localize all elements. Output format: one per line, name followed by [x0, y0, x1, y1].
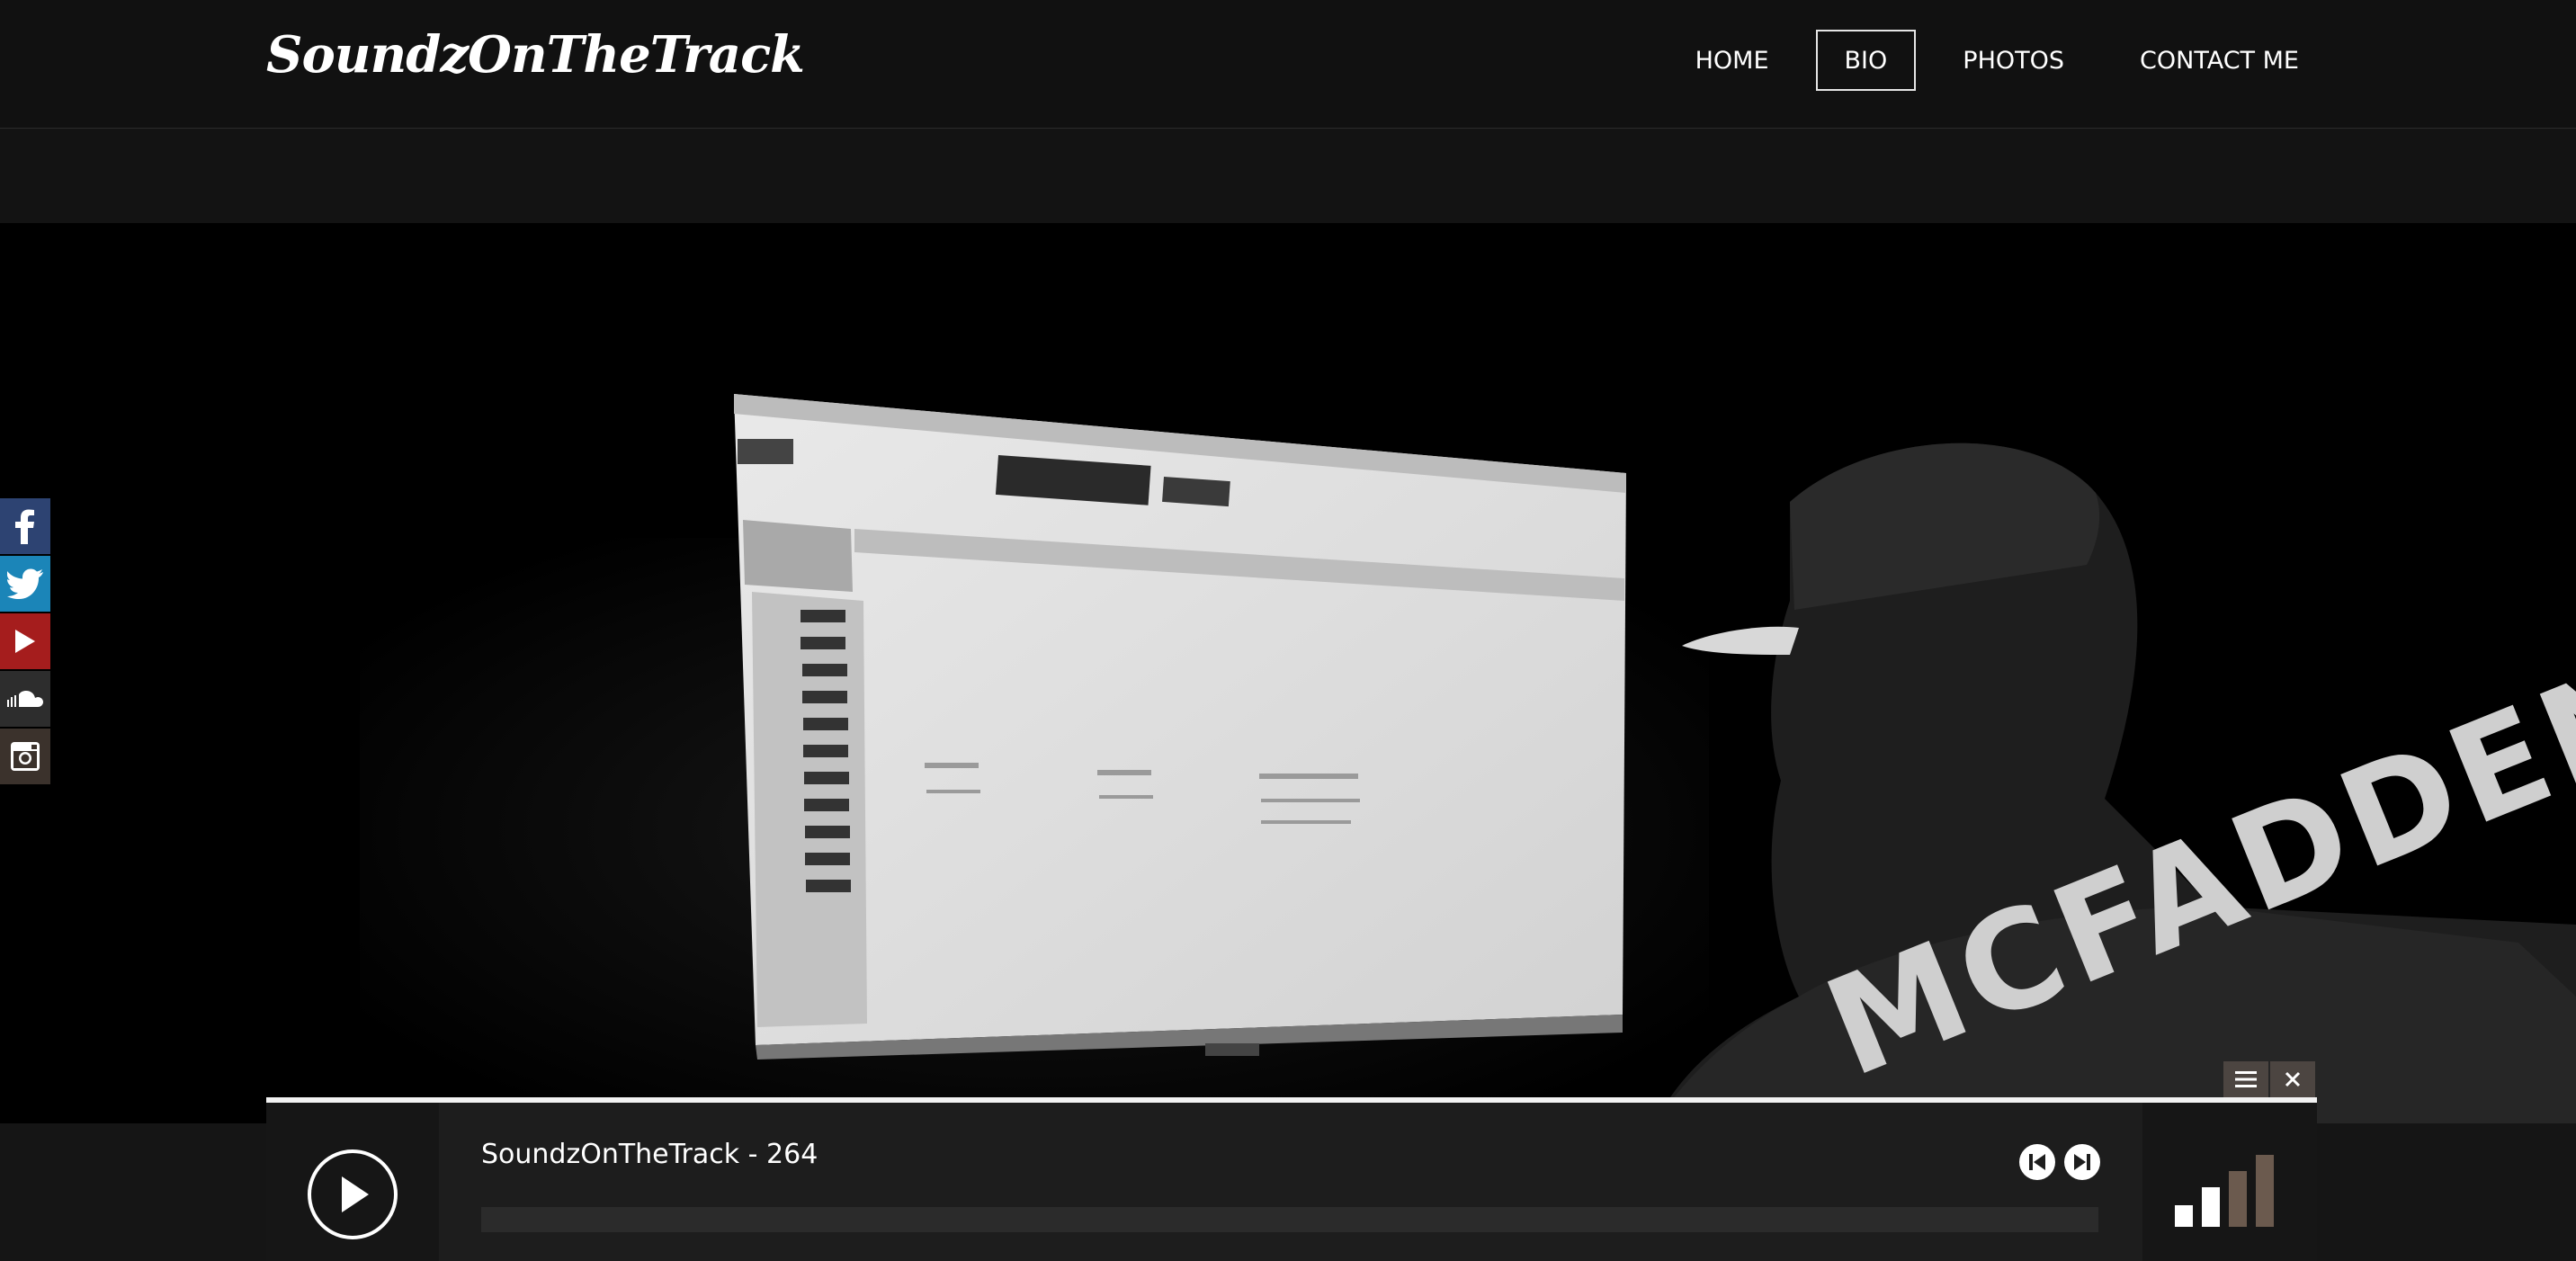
- volume-control: [2142, 1103, 2317, 1261]
- track-title: SoundzOnTheTrack - 264: [481, 1139, 818, 1170]
- volume-bar-4[interactable]: [2256, 1155, 2274, 1227]
- facebook-link[interactable]: [0, 498, 50, 554]
- youtube-icon: [15, 630, 35, 653]
- instagram-link[interactable]: [0, 729, 50, 784]
- studio-photo: MCFADDEN: [0, 223, 2576, 1123]
- volume-bar-1[interactable]: [2175, 1205, 2193, 1227]
- close-player-button[interactable]: [2270, 1061, 2315, 1097]
- skip-previous-icon: [2029, 1154, 2045, 1170]
- nav-photos[interactable]: PHOTOS: [1934, 30, 2093, 91]
- previous-track-button[interactable]: [2019, 1144, 2055, 1180]
- youtube-link[interactable]: [0, 613, 50, 669]
- twitter-icon: [7, 568, 43, 599]
- nav-bio[interactable]: BIO: [1815, 30, 1917, 91]
- menu-icon: [2235, 1071, 2257, 1087]
- playlist-toggle-button[interactable]: [2223, 1061, 2268, 1097]
- next-track-button[interactable]: [2064, 1144, 2100, 1180]
- player-tabs: [2223, 1061, 2315, 1097]
- audio-player: SoundzOnTheTrack - 264: [266, 1097, 2317, 1261]
- main-nav: HOME BIO PHOTOS CONTACT ME: [1667, 30, 2328, 91]
- nav-contact-me[interactable]: CONTACT ME: [2111, 30, 2328, 91]
- soundcloud-icon: [7, 691, 43, 707]
- player-play-area: [266, 1103, 439, 1261]
- progress-bar[interactable]: [481, 1207, 2098, 1232]
- facebook-icon: [15, 509, 34, 544]
- social-sidebar: [0, 498, 50, 784]
- soundcloud-link[interactable]: [0, 671, 50, 727]
- instagram-icon: [11, 742, 40, 771]
- twitter-link[interactable]: [0, 556, 50, 612]
- play-button[interactable]: [308, 1149, 398, 1239]
- sub-header-bar: [0, 130, 2576, 223]
- hero-photo: MCFADDEN: [0, 223, 2576, 1123]
- nav-home[interactable]: HOME: [1667, 30, 1798, 91]
- volume-bar-3[interactable]: [2229, 1171, 2247, 1227]
- volume-bar-2[interactable]: [2202, 1187, 2220, 1227]
- site-logo[interactable]: SoundzOnTheTrack: [266, 25, 805, 85]
- close-icon: [2285, 1071, 2301, 1087]
- skip-next-icon: [2074, 1154, 2090, 1170]
- site-header: SoundzOnTheTrack HOME BIO PHOTOS CONTACT…: [0, 0, 2576, 129]
- play-icon: [342, 1176, 369, 1212]
